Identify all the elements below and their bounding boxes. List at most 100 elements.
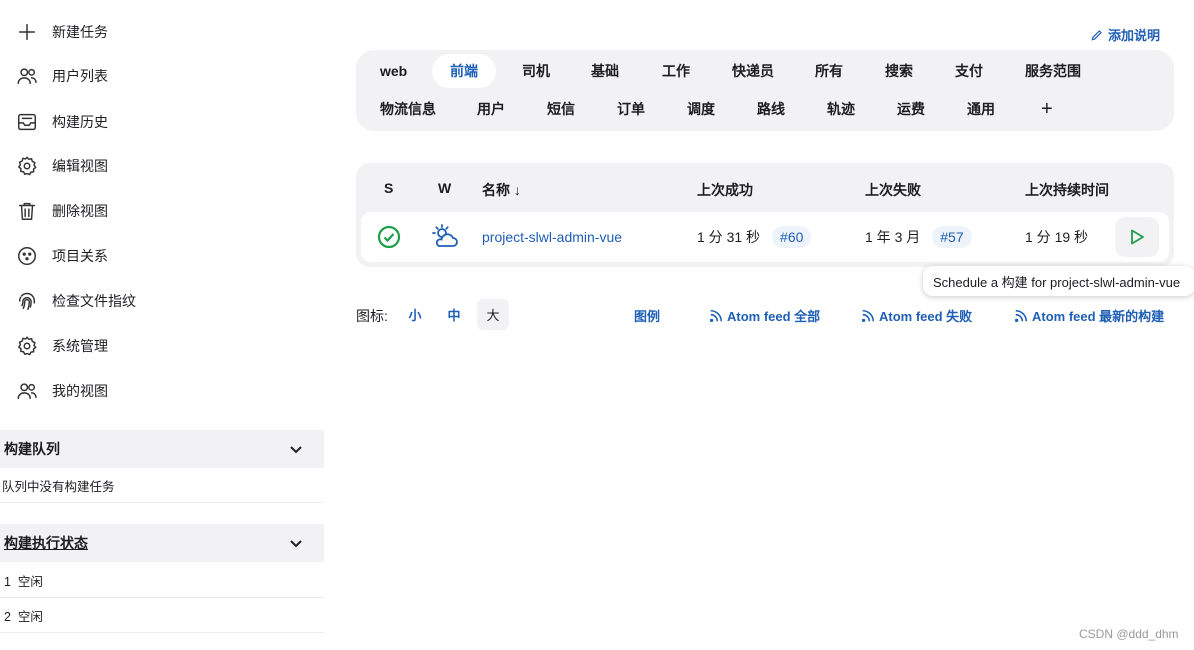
sidebar-item-fingerprint[interactable]: 检查文件指纹 xyxy=(16,286,136,316)
sidebar-item-build-history[interactable]: 构建历史 xyxy=(16,107,108,137)
tab-driver[interactable]: 司机 xyxy=(504,54,568,88)
partly-cloudy-icon[interactable] xyxy=(431,223,459,251)
add-description-link[interactable]: 添加说明 xyxy=(1090,25,1160,44)
executor-row-text: 2 空闲 xyxy=(4,609,43,624)
tab-user[interactable]: 用户 xyxy=(459,92,523,126)
sidebar-item-project-relation[interactable]: 项目关系 xyxy=(16,241,108,271)
tab-search[interactable]: 搜索 xyxy=(867,54,931,88)
sidebar-item-label: 新建任务 xyxy=(52,24,108,40)
job-name-link[interactable]: project-slwl-admin-vue xyxy=(482,212,622,262)
column-header-status[interactable]: S xyxy=(384,180,393,196)
sidebar-item-label: 删除视图 xyxy=(52,203,108,219)
icon-size-medium-button[interactable]: 中 xyxy=(438,299,470,330)
add-tab-button[interactable]: + xyxy=(1023,92,1071,126)
tab-payment[interactable]: 支付 xyxy=(937,54,1001,88)
tab-base[interactable]: 基础 xyxy=(573,54,637,88)
tab-track[interactable]: 轨迹 xyxy=(809,92,873,126)
schedule-build-tooltip: Schedule a 构建 for project-slwl-admin-vue xyxy=(923,266,1194,296)
rss-icon xyxy=(861,309,875,322)
last-success-time: 1 分 31 秒 xyxy=(697,229,761,245)
atom-feed-latest-link[interactable]: Atom feed 最新的构建 xyxy=(1014,306,1164,325)
users-icon xyxy=(17,383,37,400)
rss-icon xyxy=(1014,309,1028,322)
relation-icon xyxy=(18,247,36,265)
last-success-build-link[interactable]: #60 xyxy=(772,226,812,248)
column-header-weather[interactable]: W xyxy=(438,180,451,196)
play-icon xyxy=(1131,229,1144,245)
tab-dispatch[interactable]: 调度 xyxy=(669,92,733,126)
atom-feed-all-label: Atom feed 全部 xyxy=(727,309,821,324)
executor-status-header[interactable]: 构建执行状态 xyxy=(0,524,324,562)
column-header-last-failure[interactable]: 上次失败 xyxy=(865,180,921,200)
column-header-last-duration[interactable]: 上次持续时间 xyxy=(1025,180,1109,200)
last-failure-build-link[interactable]: #57 xyxy=(932,226,972,248)
pencil-icon xyxy=(1091,29,1102,40)
trash-icon xyxy=(18,202,36,220)
sidebar-item-label: 编辑视图 xyxy=(52,158,108,174)
schedule-build-button[interactable] xyxy=(1115,217,1159,257)
column-header-last-success[interactable]: 上次成功 xyxy=(697,180,753,200)
executor-status-title[interactable]: 构建执行状态 xyxy=(4,533,88,553)
build-queue-header[interactable]: 构建队列 xyxy=(0,430,324,468)
build-queue-title: 构建队列 xyxy=(4,441,60,457)
view-tabs: web 前端 司机 基础 工作 快递员 所有 搜索 支付 服务范围 物流信息 用… xyxy=(356,50,1174,131)
tab-order[interactable]: 订单 xyxy=(599,92,663,126)
legend-link[interactable]: 图例 xyxy=(634,306,660,325)
tab-sms[interactable]: 短信 xyxy=(529,92,593,126)
tab-courier[interactable]: 快递员 xyxy=(714,54,792,88)
icon-size-small-button[interactable]: 小 xyxy=(399,299,431,330)
last-failure-cell: 1 年 3 月 #57 xyxy=(865,212,972,262)
tab-general[interactable]: 通用 xyxy=(949,92,1013,126)
sidebar-item-user-list[interactable]: 用户列表 xyxy=(16,61,108,91)
sidebar-item-system-admin[interactable]: 系统管理 xyxy=(16,331,108,361)
atom-feed-latest-label: Atom feed 最新的构建 xyxy=(1032,309,1165,324)
status-cell xyxy=(377,212,401,262)
rss-icon xyxy=(709,309,723,322)
gear-icon xyxy=(18,156,37,176)
tab-work[interactable]: 工作 xyxy=(644,54,708,88)
executor-row-text: 1 空闲 xyxy=(4,574,43,589)
chevron-down-icon[interactable] xyxy=(288,535,304,551)
sidebar-item-label: 用户列表 xyxy=(52,68,108,84)
sidebar-item-delete-view[interactable]: 删除视图 xyxy=(16,196,108,226)
atom-feed-failed-label: Atom feed 失败 xyxy=(879,309,973,324)
sidebar-item-label: 构建历史 xyxy=(52,114,108,130)
chevron-down-icon[interactable] xyxy=(288,441,304,457)
watermark: CSDN @ddd_dhm xyxy=(1079,627,1179,641)
tab-freight[interactable]: 运费 xyxy=(879,92,943,126)
sidebar-item-label: 我的视图 xyxy=(52,383,108,399)
sidebar-item-edit-view[interactable]: 编辑视图 xyxy=(16,151,108,181)
sidebar-item-label: 项目关系 xyxy=(52,248,108,264)
executor-row: 1 空闲 xyxy=(0,563,324,598)
atom-feed-failed-link[interactable]: Atom feed 失败 xyxy=(861,306,972,325)
legend-label: 图例 xyxy=(634,309,661,324)
sidebar-item-my-views[interactable]: 我的视图 xyxy=(16,376,108,406)
jobs-table: S W 名称 ↓ 上次成功 上次失败 上次持续时间 project-slwl-a… xyxy=(356,163,1174,267)
sidebar-item-label: 检查文件指纹 xyxy=(52,293,136,309)
last-failure-time: 1 年 3 月 xyxy=(865,229,921,245)
tab-route[interactable]: 路线 xyxy=(739,92,803,126)
last-success-cell: 1 分 31 秒 #60 xyxy=(697,212,812,262)
add-description-label: 添加说明 xyxy=(1108,28,1161,43)
tab-logistics[interactable]: 物流信息 xyxy=(362,92,454,126)
tab-web[interactable]: web xyxy=(362,54,425,88)
build-queue-empty-text: 队列中没有构建任务 xyxy=(2,479,115,494)
tab-all[interactable]: 所有 xyxy=(797,54,861,88)
tab-service-scope[interactable]: 服务范围 xyxy=(1007,54,1099,88)
icon-size-label: 图标: xyxy=(356,308,388,324)
icon-size-large-button[interactable]: 大 xyxy=(477,299,509,330)
last-duration-cell: 1 分 19 秒 xyxy=(1025,229,1089,245)
sidebar-item-new-task[interactable]: 新建任务 xyxy=(16,17,108,47)
success-check-icon[interactable] xyxy=(377,225,401,249)
executor-row: 2 空闲 xyxy=(0,598,324,633)
inbox-icon xyxy=(18,113,36,131)
plus-icon xyxy=(18,23,36,41)
gear-icon xyxy=(18,336,37,356)
atom-feed-all-link[interactable]: Atom feed 全部 xyxy=(709,306,820,325)
users-icon xyxy=(17,68,37,85)
column-header-name[interactable]: 名称 ↓ xyxy=(482,180,521,200)
weather-cell xyxy=(431,212,459,262)
tab-frontend[interactable]: 前端 xyxy=(432,54,496,88)
build-queue-empty: 队列中没有构建任务 xyxy=(0,468,324,503)
fingerprint-icon xyxy=(18,292,36,310)
